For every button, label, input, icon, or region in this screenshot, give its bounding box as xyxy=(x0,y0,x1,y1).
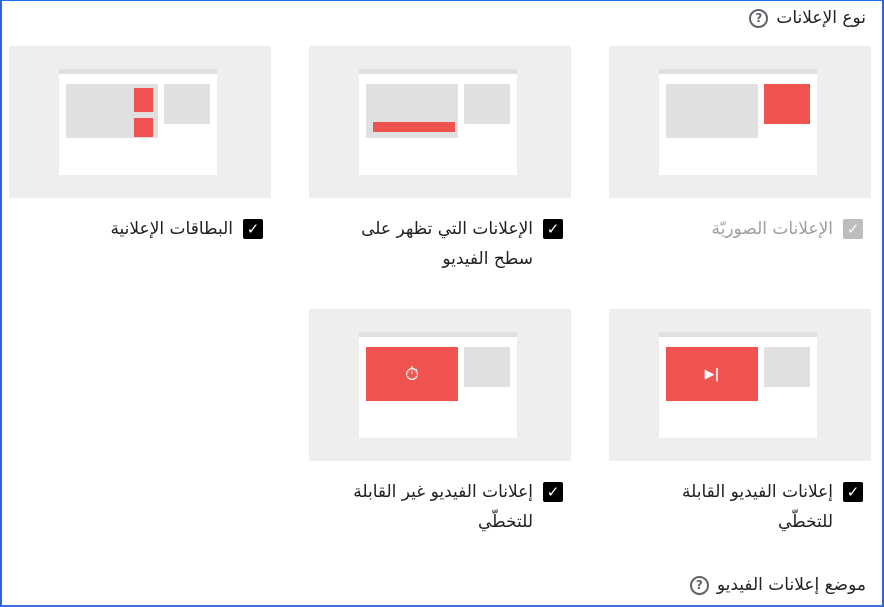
sidebar-area xyxy=(164,84,210,124)
preview-screen xyxy=(59,69,217,175)
display-ads-preview xyxy=(609,46,871,198)
sidebar-area xyxy=(464,84,510,124)
option-non-skippable-ads[interactable]: ✓ إعلانات الفيديو غير القابلة للتخطّي xyxy=(301,477,563,537)
card-ad-block-top xyxy=(134,88,153,112)
preview-screen xyxy=(359,69,517,175)
skip-icon: ▶| xyxy=(666,347,758,401)
sidebar-area xyxy=(464,347,510,387)
checkbox-non-skippable-ads[interactable]: ✓ xyxy=(543,482,563,502)
non-skippable-ads-preview: ⏱ xyxy=(309,309,571,461)
checkbox-skippable-ads[interactable]: ✓ xyxy=(843,482,863,502)
ad-types-header: نوع الإعلانات ? xyxy=(749,8,866,28)
skippable-ads-preview: ▶| xyxy=(609,309,871,461)
sponsored-cards-preview xyxy=(9,46,271,198)
overlay-ad-bar xyxy=(373,122,455,132)
preview-screen: ⏱ xyxy=(359,332,517,438)
video-ad-position-header: موضع إعلانات الفيديو ? xyxy=(689,575,866,595)
option-skippable-ads[interactable]: ✓ إعلانات الفيديو القابلة للتخطّي xyxy=(601,477,863,537)
display-ads-label: الإعلانات الصوريّة xyxy=(711,219,833,239)
video-area xyxy=(666,84,758,138)
checkbox-overlay-ads[interactable]: ✓ xyxy=(543,219,563,239)
non-skippable-ads-label: إعلانات الفيديو غير القابلة للتخطّي xyxy=(353,482,533,532)
checkbox-sponsored-cards[interactable]: ✓ xyxy=(243,219,263,239)
preview-screen: ▶| xyxy=(659,332,817,438)
help-icon[interactable]: ? xyxy=(749,8,769,28)
option-display-ads[interactable]: ✓ الإعلانات الصوريّة xyxy=(601,214,863,244)
display-ad-block xyxy=(764,84,810,124)
checkbox-display-ads[interactable]: ✓ xyxy=(843,219,863,239)
overlay-ads-preview xyxy=(309,46,571,198)
help-icon[interactable]: ? xyxy=(689,575,709,595)
card-ad-block-bottom xyxy=(134,118,153,137)
option-sponsored-cards[interactable]: ✓ البطاقات الإعلانية xyxy=(1,214,263,244)
ad-types-title: نوع الإعلانات xyxy=(776,8,866,28)
sponsored-cards-label: البطاقات الإعلانية xyxy=(110,219,233,239)
option-overlay-ads[interactable]: ✓ الإعلانات التي تظهر على سطح الفيديو xyxy=(301,214,563,274)
sidebar-area xyxy=(764,347,810,387)
skippable-ads-label: إعلانات الفيديو القابلة للتخطّي xyxy=(682,482,833,532)
preview-screen xyxy=(659,69,817,175)
video-ad-position-title: موضع إعلانات الفيديو xyxy=(716,575,866,595)
overlay-ads-label: الإعلانات التي تظهر على سطح الفيديو xyxy=(361,219,533,269)
timer-icon: ⏱ xyxy=(366,347,458,401)
